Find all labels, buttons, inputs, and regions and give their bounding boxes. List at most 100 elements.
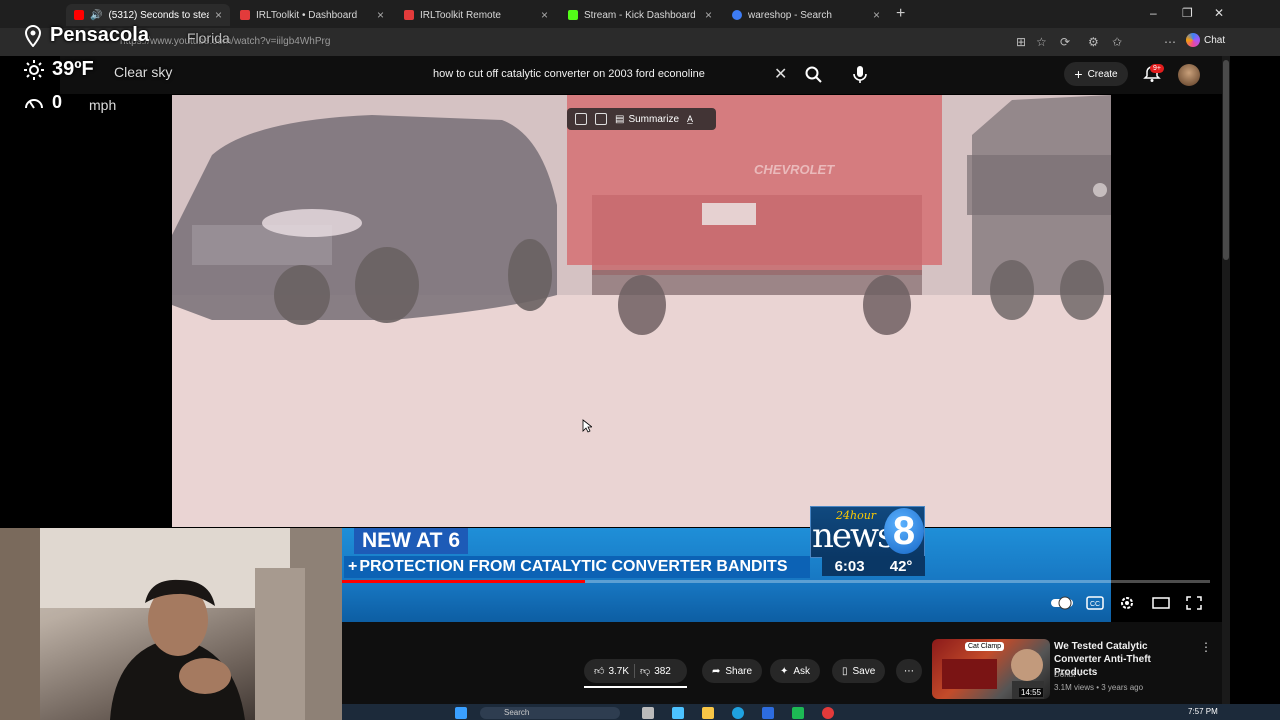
apps-icon[interactable]: ⊞ xyxy=(1016,35,1026,49)
new-tab-button[interactable]: + xyxy=(896,5,905,23)
sparkle-icon: ✦ xyxy=(780,665,789,677)
maximize-button[interactable]: ❐ xyxy=(1182,6,1193,20)
video-frame-scene: CHEVROLET xyxy=(172,95,1111,527)
tab-label: (5312) Seconds to steal a cat xyxy=(108,9,209,21)
taskbar-search[interactable]: Search xyxy=(480,707,620,719)
webcam-overlay xyxy=(0,528,342,720)
tab-label: Stream - Kick Dashboard xyxy=(584,9,696,21)
chat-button[interactable]: Chat xyxy=(1186,33,1225,47)
clear-search-icon[interactable]: ✕ xyxy=(774,64,787,84)
taskbar-clock: 7:57 PM xyxy=(1188,707,1218,716)
close-tab-icon[interactable]: × xyxy=(705,8,712,22)
share-button[interactable]: ➦ Share xyxy=(702,659,763,683)
tab-irltoolkit-dashboard[interactable]: IRLToolkit • Dashboard × xyxy=(232,4,392,26)
overlay-condition: Clear sky xyxy=(114,64,173,80)
minimize-button[interactable]: – xyxy=(1150,6,1157,20)
video-player[interactable]: CHEVROLET xyxy=(172,95,1111,527)
task-view-icon[interactable] xyxy=(642,707,654,719)
like-dislike-group: 👍︎ 3.7K 👎︎ 382 xyxy=(584,659,687,683)
headline-text: PROTECTION FROM CATALYTIC CONVERTER BAND… xyxy=(359,558,788,575)
tab-kick-dashboard[interactable]: Stream - Kick Dashboard × xyxy=(560,4,720,26)
like-underline xyxy=(584,686,687,688)
tab-youtube[interactable]: 🔊 (5312) Seconds to steal a cat × xyxy=(66,4,230,26)
ask-button[interactable]: ✦ Ask xyxy=(770,659,821,683)
search-button[interactable] xyxy=(803,64,825,86)
share-label: Share xyxy=(725,665,753,677)
thumbs-down-icon: 👎︎ xyxy=(640,666,651,677)
capture-icon[interactable] xyxy=(595,113,607,125)
sun-icon xyxy=(24,59,44,80)
like-button[interactable]: 👍︎ 3.7K xyxy=(594,665,629,678)
channel-name: Donut xyxy=(1054,670,1076,679)
translate-icon[interactable]: A̲ xyxy=(687,114,693,124)
left-margin xyxy=(0,56,60,528)
refresh-icon[interactable]: ⟳ xyxy=(1060,35,1070,49)
divider xyxy=(634,664,636,678)
summarize-button[interactable]: ▤ Summarize xyxy=(615,114,679,125)
video-progress-bar[interactable] xyxy=(342,580,1210,583)
recommended-meta: 3.1M views • 3 years ago xyxy=(1054,683,1144,692)
irltoolkit-icon xyxy=(404,10,414,20)
theater-mode-icon[interactable] xyxy=(1152,595,1170,611)
app-icon[interactable] xyxy=(762,707,774,719)
recommended-channel[interactable]: Donut ✓ xyxy=(1054,670,1084,679)
ask-label: Ask xyxy=(793,665,811,677)
overlay-speed: 0 xyxy=(52,92,63,112)
overlay-temperature: 39ºF xyxy=(52,58,94,80)
bookmark-icon: ▯ xyxy=(842,665,848,677)
favorites-icon[interactable]: ✩ xyxy=(1112,35,1122,49)
file-explorer-icon[interactable] xyxy=(702,707,714,719)
close-window-button[interactable]: ✕ xyxy=(1214,6,1224,20)
speed-row: 0 xyxy=(24,92,62,113)
fullscreen-icon[interactable] xyxy=(1185,595,1203,611)
kick-icon xyxy=(568,10,578,20)
autoplay-toggle-icon[interactable] xyxy=(1050,595,1074,611)
search-query: how to cut off catalytic converter on 20… xyxy=(433,68,705,80)
youtube-icon xyxy=(74,10,84,20)
captions-icon[interactable]: CC xyxy=(1086,595,1104,611)
more-vertical-icon[interactable]: ⋮ xyxy=(1200,640,1212,654)
browser-tab-bar: 🔊 (5312) Seconds to steal a cat × IRLToo… xyxy=(0,0,1280,28)
tab-wareshop-search[interactable]: wareshop - Search × xyxy=(724,4,888,26)
document-icon: ▤ xyxy=(615,113,625,125)
save-button[interactable]: ▯ Save xyxy=(832,659,886,683)
xbox-icon[interactable] xyxy=(792,707,804,719)
search-icon xyxy=(732,10,742,20)
star-icon[interactable]: ☆ xyxy=(1036,35,1047,49)
extension-icon[interactable]: ⚙ xyxy=(1088,35,1099,49)
settings-gear-icon[interactable] xyxy=(1118,595,1136,611)
tab-irltoolkit-remote[interactable]: IRLToolkit Remote × xyxy=(396,4,556,26)
obs-icon[interactable] xyxy=(822,707,834,719)
picture-in-picture-icon[interactable] xyxy=(575,113,587,125)
search-icon xyxy=(805,66,822,83)
chat-label: Chat xyxy=(1204,34,1226,46)
notification-badge: 9+ xyxy=(1150,64,1164,73)
create-button[interactable]: + Create xyxy=(1064,62,1128,86)
copilot-icon xyxy=(1186,33,1200,47)
video-progress-fill xyxy=(342,580,586,583)
more-actions-button[interactable]: ⋯ xyxy=(896,659,922,683)
speaker-icon: 🔊 xyxy=(90,9,103,21)
share-icon: ➦ xyxy=(712,665,721,677)
irltoolkit-icon xyxy=(240,10,250,20)
news-clock: 6:03 42° xyxy=(822,556,925,576)
news-time: 6:03 xyxy=(834,557,865,575)
more-icon[interactable]: ⋯ xyxy=(1164,35,1176,49)
close-tab-icon[interactable]: × xyxy=(873,8,880,22)
close-tab-icon[interactable]: × xyxy=(215,8,222,22)
save-label: Save xyxy=(852,665,876,677)
windows-start-icon[interactable] xyxy=(455,707,467,719)
scrollbar-thumb[interactable] xyxy=(1223,60,1229,260)
mouse-cursor-icon xyxy=(582,419,592,433)
close-tab-icon[interactable]: × xyxy=(377,8,384,22)
location-row: Pensacola xyxy=(24,24,149,47)
close-tab-icon[interactable]: × xyxy=(541,8,548,22)
news-temp: 42° xyxy=(889,557,913,575)
create-label: Create xyxy=(1087,68,1118,80)
edge-icon[interactable] xyxy=(732,707,744,719)
voice-search-button[interactable] xyxy=(849,63,871,85)
avatar[interactable] xyxy=(1178,64,1200,86)
dislike-button[interactable]: 👎︎ 382 xyxy=(640,665,671,678)
news-tag: NEW AT 6 xyxy=(354,528,468,554)
copilot-icon[interactable] xyxy=(672,707,684,719)
